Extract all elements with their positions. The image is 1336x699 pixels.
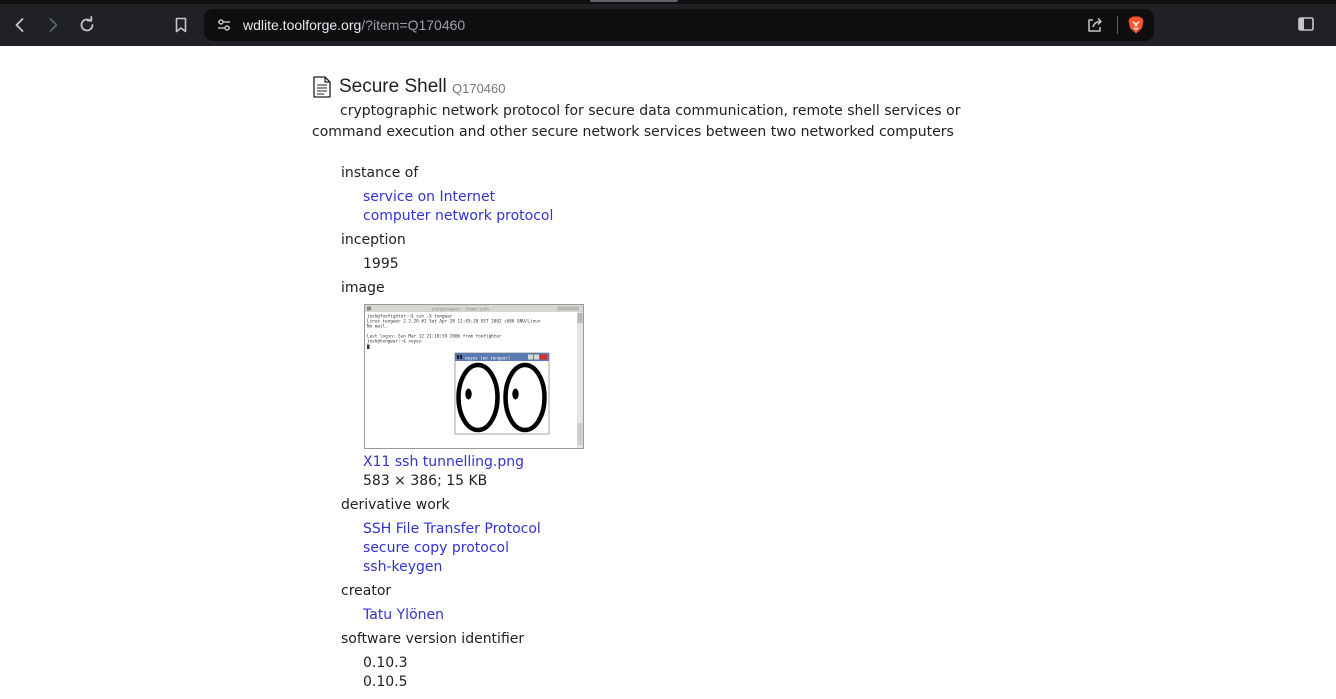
value-link[interactable]: secure copy protocol bbox=[363, 539, 509, 558]
url-text[interactable]: wdlite.toolforge.org/?item=Q170460 bbox=[243, 16, 465, 34]
site-settings-icon[interactable] bbox=[216, 17, 232, 33]
value-link[interactable]: ssh-keygen bbox=[363, 558, 442, 577]
url-path: /?item=Q170460 bbox=[361, 17, 466, 33]
property-instance-of: instance of bbox=[341, 165, 419, 181]
scrollbar-track[interactable] bbox=[1328, 46, 1336, 699]
brave-shields-icon[interactable] bbox=[1126, 15, 1146, 35]
terminal-line: No mail. bbox=[367, 324, 388, 330]
tab-strip bbox=[0, 0, 1336, 4]
active-tab-indicator[interactable] bbox=[590, 0, 678, 2]
value-link[interactable]: service on Internet bbox=[363, 188, 495, 207]
property-software-version: software version identifier bbox=[341, 631, 525, 647]
bookmark-icon bbox=[175, 17, 187, 33]
item-description: cryptographic network protocol for secur… bbox=[312, 103, 961, 140]
value-text: 1995 bbox=[363, 256, 399, 272]
reload-button[interactable] bbox=[74, 12, 100, 38]
value-link[interactable]: SSH File Transfer Protocol bbox=[363, 520, 541, 539]
sidebar-toggle-icon[interactable] bbox=[1297, 15, 1315, 33]
reload-icon bbox=[80, 16, 94, 32]
back-button[interactable] bbox=[7, 12, 33, 38]
value-link[interactable]: computer network protocol bbox=[363, 207, 553, 226]
terminal-title-text: josh@tengwar: /home/josh bbox=[431, 306, 489, 311]
address-bar[interactable]: wdlite.toolforge.org/?item=Q170460 bbox=[204, 9, 1154, 41]
value-text: 0.10.5 bbox=[363, 674, 408, 690]
forward-button[interactable] bbox=[40, 12, 66, 38]
image-file-link[interactable]: X11 ssh tunnelling.png bbox=[363, 453, 524, 472]
image-thumbnail[interactable]: josh@tengwar: /home/josh josh@foofighter… bbox=[364, 304, 584, 449]
value-text: 0.10.3 bbox=[363, 655, 408, 671]
property-creator: creator bbox=[341, 583, 392, 599]
property-derivative-work: derivative work bbox=[341, 497, 450, 513]
bookmark-button[interactable] bbox=[168, 12, 194, 38]
terminal-line: josh@tengwar:~$ xeyes bbox=[367, 339, 422, 345]
xeyes-title-text: xeyes (on tengwar) bbox=[465, 355, 510, 360]
arrow-right-icon bbox=[49, 18, 58, 32]
url-host: wdlite.toolforge.org bbox=[243, 17, 362, 33]
value-link[interactable]: Tatu Ylönen bbox=[363, 606, 444, 625]
terminal-line: Linux tengwar 2.2.20 #1 Sat Apr 20 11:45… bbox=[367, 319, 541, 325]
property-inception: inception bbox=[341, 232, 406, 248]
share-icon[interactable] bbox=[1086, 16, 1104, 34]
arrow-left-icon bbox=[15, 18, 24, 32]
terminal-screenshot-image: josh@tengwar: /home/josh josh@foofighter… bbox=[365, 305, 583, 448]
document-icon bbox=[313, 76, 331, 98]
browser-toolbar: wdlite.toolforge.org/?item=Q170460 bbox=[0, 0, 1336, 46]
address-bar-divider bbox=[1117, 16, 1118, 34]
page-title: Secure Shell bbox=[339, 76, 447, 97]
property-image: image bbox=[341, 280, 385, 296]
image-file-info: 583 × 386; 15 KB bbox=[363, 473, 488, 489]
item-id: Q170460 bbox=[452, 81, 506, 96]
